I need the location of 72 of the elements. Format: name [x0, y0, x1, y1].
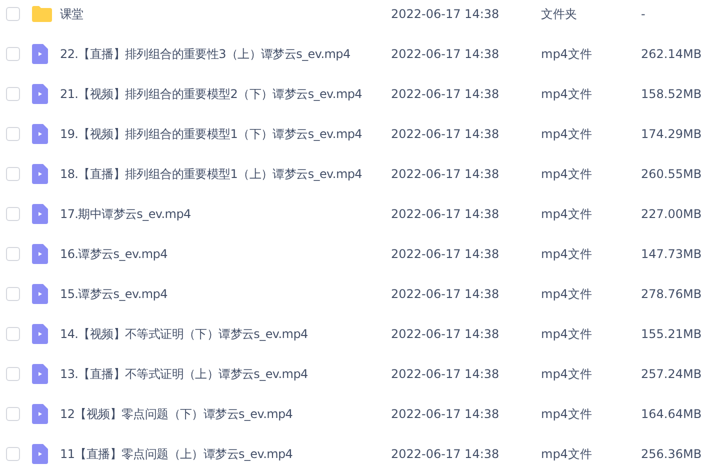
- video-file-icon: [32, 204, 48, 224]
- file-name[interactable]: 22.【直播】排列组合的重要性3（上）谭梦云s_ev.mp4: [60, 46, 391, 62]
- modified-date: 2022-06-17 14:38: [391, 127, 500, 141]
- modified-date: 2022-06-17 14:38: [391, 247, 500, 261]
- modified-date: 2022-06-17 14:38: [391, 167, 500, 181]
- modified-date: 2022-06-17 14:38: [391, 367, 500, 381]
- file-type: mp4文件: [541, 206, 593, 222]
- file-name[interactable]: 课堂: [60, 6, 391, 22]
- file-name[interactable]: 11【直播】零点问题（上）谭梦云s_ev.mp4: [60, 446, 391, 462]
- checkbox[interactable]: [6, 407, 20, 421]
- file-type: mp4文件: [541, 326, 593, 342]
- file-size: 227.00MB: [641, 207, 702, 221]
- checkbox[interactable]: [6, 367, 20, 381]
- file-size: 147.73MB: [641, 247, 702, 261]
- file-type: mp4文件: [541, 366, 593, 382]
- file-type: mp4文件: [541, 166, 593, 182]
- checkbox[interactable]: [6, 447, 20, 461]
- file-size: 174.29MB: [641, 127, 702, 141]
- video-file-icon: [32, 444, 48, 464]
- video-file-icon: [32, 244, 48, 264]
- file-name[interactable]: 17.期中谭梦云s_ev.mp4: [60, 206, 391, 222]
- checkbox[interactable]: [6, 327, 20, 341]
- checkbox[interactable]: [6, 167, 20, 181]
- file-name[interactable]: 12【视频】零点问题（下）谭梦云s_ev.mp4: [60, 406, 391, 422]
- file-size: 155.21MB: [641, 327, 702, 341]
- file-name[interactable]: 13.【直播】不等式证明（上）谭梦云s_ev.mp4: [60, 366, 391, 382]
- modified-date: 2022-06-17 14:38: [391, 207, 500, 221]
- file-name[interactable]: 18.【直播】排列组合的重要模型1（上）谭梦云s_ev.mp4: [60, 166, 391, 182]
- checkbox[interactable]: [6, 207, 20, 221]
- file-type: mp4文件: [541, 126, 593, 142]
- file-size: 256.36MB: [641, 447, 702, 461]
- checkbox[interactable]: [6, 7, 20, 21]
- video-file-icon: [32, 164, 48, 184]
- folder-icon: [32, 6, 52, 22]
- modified-date: 2022-06-17 14:38: [391, 447, 500, 461]
- video-file-icon: [32, 124, 48, 144]
- checkbox[interactable]: [6, 47, 20, 61]
- file-type: mp4文件: [541, 446, 593, 462]
- file-name[interactable]: 19.【视频】排列组合的重要模型1（下）谭梦云s_ev.mp4: [60, 126, 391, 142]
- video-file-icon: [32, 84, 48, 104]
- file-name[interactable]: 14.【视频】不等式证明（下）谭梦云s_ev.mp4: [60, 326, 391, 342]
- modified-date: 2022-06-17 14:38: [391, 407, 500, 421]
- modified-date: 2022-06-17 14:38: [391, 327, 500, 341]
- modified-date: 2022-06-17 14:38: [391, 287, 500, 301]
- file-size: 260.55MB: [641, 167, 702, 181]
- video-file-icon: [32, 404, 48, 424]
- video-file-icon: [32, 44, 48, 64]
- video-file-icon: [32, 364, 48, 384]
- file-size: -: [641, 7, 646, 21]
- video-file-icon: [32, 284, 48, 304]
- file-type: mp4文件: [541, 86, 593, 102]
- file-type: mp4文件: [541, 46, 593, 62]
- file-name[interactable]: 15.谭梦云s_ev.mp4: [60, 286, 391, 302]
- checkbox[interactable]: [6, 87, 20, 101]
- file-name[interactable]: 16.谭梦云s_ev.mp4: [60, 246, 391, 262]
- modified-date: 2022-06-17 14:38: [391, 7, 500, 21]
- file-size: 164.64MB: [641, 407, 702, 421]
- checkbox[interactable]: [6, 287, 20, 301]
- file-size: 262.14MB: [641, 47, 702, 61]
- file-type: 文件夹: [541, 6, 578, 22]
- checkbox[interactable]: [6, 247, 20, 261]
- modified-date: 2022-06-17 14:38: [391, 47, 500, 61]
- video-file-icon: [32, 324, 48, 344]
- file-type: mp4文件: [541, 406, 593, 422]
- file-name[interactable]: 21.【视频】排列组合的重要模型2（下）谭梦云s_ev.mp4: [60, 86, 391, 102]
- file-type: mp4文件: [541, 246, 593, 262]
- file-size: 278.76MB: [641, 287, 702, 301]
- checkbox[interactable]: [6, 127, 20, 141]
- file-size: 257.24MB: [641, 367, 702, 381]
- file-type: mp4文件: [541, 286, 593, 302]
- file-size: 158.52MB: [641, 87, 702, 101]
- modified-date: 2022-06-17 14:38: [391, 87, 500, 101]
